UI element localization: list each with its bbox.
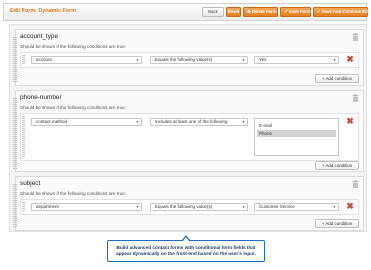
condition-values-listbox[interactable]: E-mail Phone xyxy=(254,118,339,156)
save-and-continue-label: Save And Continue Edit xyxy=(321,9,371,14)
page-title: Edit Form: Dynamic Form xyxy=(10,8,76,14)
row-drag-handle[interactable] xyxy=(22,202,25,212)
condition-operator-value: Equals the following value(s) xyxy=(155,57,213,62)
save-icon: ✓ xyxy=(284,9,288,14)
field-block-subject: subject Should be shown if the following… xyxy=(13,176,364,231)
condition-value: Customer Service xyxy=(259,204,295,209)
chevron-down-icon: ▼ xyxy=(332,205,336,209)
chevron-down-icon: ▼ xyxy=(135,120,139,124)
field-name: subject xyxy=(20,180,41,187)
page-header: Edit Form: Dynamic Form Back Reset ⊗Dele… xyxy=(3,3,371,21)
delete-form-button[interactable]: ⊗Delete Form xyxy=(243,7,278,17)
chevron-down-icon: ▼ xyxy=(241,205,245,209)
save-and-continue-button[interactable]: ✓Save And Continue Edit xyxy=(313,7,371,17)
condition-field-value: account xyxy=(36,57,52,62)
save-form-button[interactable]: ✓Save Form xyxy=(280,7,311,17)
add-condition-label: Add condition xyxy=(325,76,353,81)
field-name: phone-number xyxy=(20,94,62,101)
add-condition-button[interactable]: + Add condition xyxy=(315,74,359,83)
chevron-down-icon: ▼ xyxy=(241,120,245,124)
delete-icon: ⊗ xyxy=(247,9,251,14)
condition-hint: Should be shown if the following conditi… xyxy=(20,105,126,110)
condition-field-value: contact-method xyxy=(36,119,68,124)
row-drag-handle[interactable] xyxy=(22,116,25,158)
remove-condition-icon[interactable]: ✖ xyxy=(344,55,356,64)
add-condition-label: Add condition xyxy=(325,221,353,226)
chevron-down-icon: ▼ xyxy=(241,58,245,62)
save-form-label: Save Form xyxy=(288,9,311,14)
add-condition-button[interactable]: + Add condition xyxy=(315,161,359,170)
condition-field-select[interactable]: department ▼ xyxy=(31,203,142,211)
trash-icon[interactable] xyxy=(352,33,359,41)
add-condition-label: Add condition xyxy=(325,163,353,168)
chevron-down-icon: ▼ xyxy=(135,58,139,62)
field-block-phone-number: phone-number Should be shown if the foll… xyxy=(13,90,364,172)
condition-value-select[interactable]: Customer Service ▼ xyxy=(254,203,339,211)
condition-row: contact-method ▼ Includes at least one of… xyxy=(20,113,359,161)
delete-form-label: Delete Form xyxy=(251,9,277,14)
remove-condition-icon[interactable]: ✖ xyxy=(344,117,356,126)
condition-operator-select[interactable]: Equals the following value(s) ▼ xyxy=(150,203,248,211)
remove-condition-icon[interactable]: ✖ xyxy=(344,202,356,211)
drag-handle[interactable] xyxy=(13,37,17,83)
condition-hint: Should be shown if the following conditi… xyxy=(20,44,126,49)
row-drag-handle[interactable] xyxy=(22,55,25,65)
add-condition-button[interactable]: + Add condition xyxy=(315,219,359,228)
condition-field-value: department xyxy=(36,204,59,209)
trash-icon[interactable] xyxy=(352,180,359,188)
condition-field-select[interactable]: contact-method ▼ xyxy=(31,118,142,126)
chevron-down-icon: ▼ xyxy=(135,205,139,209)
condition-hint: Should be shown if the following conditi… xyxy=(20,191,126,196)
condition-operator-select[interactable]: Includes at least one of the following ▼ xyxy=(150,118,248,126)
condition-value-select[interactable]: Yes ▼ xyxy=(254,56,339,64)
condition-value: Yes xyxy=(259,57,267,62)
drag-handle[interactable] xyxy=(13,184,17,228)
condition-row: department ▼ Equals the following value(s… xyxy=(20,199,359,215)
drag-handle[interactable] xyxy=(13,98,17,169)
condition-operator-value: Equals the following value(s) xyxy=(155,204,213,209)
feature-tooltip: Build advanced contact forms with condit… xyxy=(107,235,265,262)
list-option[interactable]: E-mail xyxy=(257,122,336,129)
condition-row: account ▼ Equals the following value(s) ▼ … xyxy=(20,52,359,68)
conditions-panel: account_type Should be shown if the foll… xyxy=(9,24,367,232)
chevron-down-icon: ▼ xyxy=(332,58,336,62)
save-icon: ✓ xyxy=(317,9,321,14)
condition-field-select[interactable]: account ▼ xyxy=(31,56,142,64)
condition-operator-select[interactable]: Equals the following value(s) ▼ xyxy=(150,56,248,64)
trash-icon[interactable] xyxy=(352,94,359,102)
tooltip-line-2: appear dynamically on the front-end base… xyxy=(116,251,256,256)
condition-operator-value: Includes at least one of the following xyxy=(155,119,228,124)
back-button[interactable]: Back xyxy=(202,7,224,17)
reset-button[interactable]: Reset xyxy=(226,7,241,17)
list-option-selected[interactable]: Phone xyxy=(257,130,336,137)
field-name: account_type xyxy=(20,33,59,40)
field-block-account-type: account_type Should be shown if the foll… xyxy=(13,29,364,86)
